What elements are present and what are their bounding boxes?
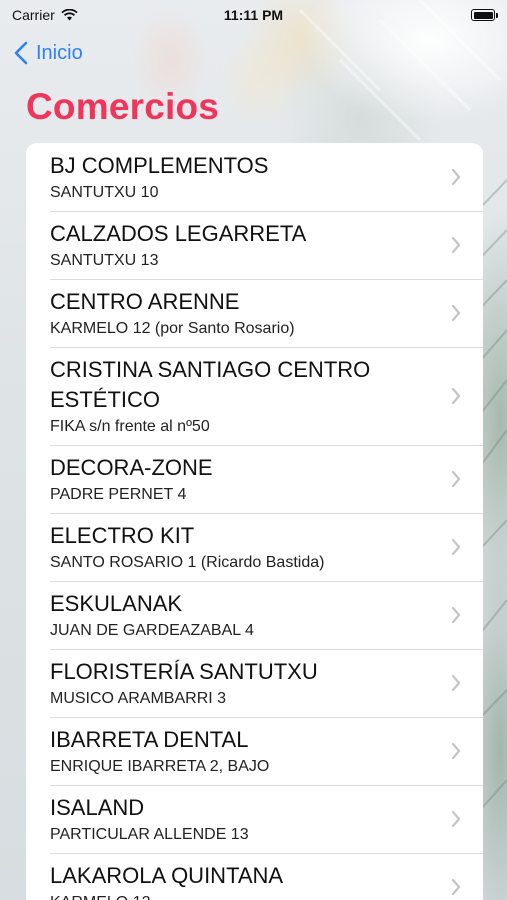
shop-name: ELECTRO KIT xyxy=(50,523,195,548)
chevron-right-icon xyxy=(451,387,461,405)
chevron-right-icon xyxy=(451,470,461,488)
list-item[interactable]: DECORA-ZONE PADRE PERNET 4 xyxy=(26,445,483,513)
list-item-text: BJ COMPLEMENTOS SANTUTXU 10 xyxy=(50,151,268,203)
status-bar: Carrier 11:11 PM xyxy=(0,0,507,30)
chevron-right-icon xyxy=(451,236,461,254)
shop-address: PARTICULAR ALLENDE 13 xyxy=(50,826,249,843)
list-item[interactable]: LAKAROLA QUINTANA KARMELO 12 xyxy=(26,853,483,900)
list-item-text: ELECTRO KIT SANTO ROSARIO 1 (Ricardo Bast… xyxy=(50,521,324,573)
list-item-text: CENTRO ARENNE KARMELO 12 (por Santo Rosar… xyxy=(50,287,295,339)
list-item-text: IBARRETA DENTAL ENRIQUE IBARRETA 2, BAJO xyxy=(50,725,269,777)
battery-icon xyxy=(471,9,498,21)
list-item-text: CALZADOS LEGARRETA SANTUTXU 13 xyxy=(50,219,306,271)
list-item[interactable]: CALZADOS LEGARRETA SANTUTXU 13 xyxy=(26,211,483,279)
shop-name: ISALAND xyxy=(50,795,145,820)
shop-address: PADRE PERNET 4 xyxy=(50,486,187,503)
list-item-text: CRISTINA SANTIAGO CENTRO ESTÉTICO FIKA s/… xyxy=(50,355,443,437)
list-item[interactable]: BJ COMPLEMENTOS SANTUTXU 10 xyxy=(26,143,483,211)
chevron-right-icon xyxy=(451,304,461,322)
back-button-label: Inicio xyxy=(36,41,83,64)
list-item[interactable]: CRISTINA SANTIAGO CENTRO ESTÉTICO FIKA s/… xyxy=(26,347,483,445)
shop-name: CRISTINA SANTIAGO CENTRO ESTÉTICO xyxy=(50,357,371,412)
shop-address: JUAN DE GARDEAZABAL 4 xyxy=(50,622,254,639)
shop-name: CENTRO ARENNE xyxy=(50,289,240,314)
chevron-right-icon xyxy=(451,538,461,556)
shop-name: CALZADOS LEGARRETA xyxy=(50,221,307,246)
list-item[interactable]: ESKULANAK JUAN DE GARDEAZABAL 4 xyxy=(26,581,483,649)
shop-address: SANTO ROSARIO 1 (Ricardo Bastida) xyxy=(50,554,325,571)
chevron-right-icon xyxy=(451,674,461,692)
shop-name: DECORA-ZONE xyxy=(50,455,213,480)
shop-name: IBARRETA DENTAL xyxy=(50,727,249,752)
shop-address: KARMELO 12 (por Santo Rosario) xyxy=(50,320,295,337)
chevron-right-icon xyxy=(451,168,461,186)
shop-name: LAKAROLA QUINTANA xyxy=(50,863,284,888)
page-title: Comercios xyxy=(26,86,220,127)
shops-list: BJ COMPLEMENTOS SANTUTXU 10 CALZADOS LEGAR… xyxy=(26,143,483,900)
shop-name: BJ COMPLEMENTOS xyxy=(50,153,269,178)
list-item-text: DECORA-ZONE PADRE PERNET 4 xyxy=(50,453,213,505)
list-item-text: LAKAROLA QUINTANA KARMELO 12 xyxy=(50,861,283,900)
list-item[interactable]: ISALAND PARTICULAR ALLENDE 13 xyxy=(26,785,483,853)
shop-address: SANTUTXU 10 xyxy=(50,184,159,201)
shop-name: ESKULANAK xyxy=(50,591,183,616)
shop-name: FLORISTERÍA SANTUTXU xyxy=(50,659,318,684)
shop-address: KARMELO 12 xyxy=(50,892,283,900)
list-item[interactable]: ELECTRO KIT SANTO ROSARIO 1 (Ricardo Bast… xyxy=(26,513,483,581)
shop-address: SANTUTXU 13 xyxy=(50,252,159,269)
shop-address: FIKA s/n frente al nº50 xyxy=(50,418,210,435)
chevron-right-icon xyxy=(451,810,461,828)
shop-address: MUSICO ARAMBARRI 3 xyxy=(50,690,227,707)
wifi-icon xyxy=(61,9,78,21)
chevron-right-icon xyxy=(451,606,461,624)
list-item-text: ESKULANAK JUAN DE GARDEAZABAL 4 xyxy=(50,589,254,641)
chevron-right-icon xyxy=(451,878,461,896)
list-item[interactable]: IBARRETA DENTAL ENRIQUE IBARRETA 2, BAJO xyxy=(26,717,483,785)
back-button[interactable]: Inicio xyxy=(14,36,83,70)
list-item-text: FLORISTERÍA SANTUTXU MUSICO ARAMBARRI 3 xyxy=(50,657,318,709)
list-item[interactable]: FLORISTERÍA SANTUTXU MUSICO ARAMBARRI 3 xyxy=(26,649,483,717)
shop-address: ENRIQUE IBARRETA 2, BAJO xyxy=(50,758,270,775)
chevron-right-icon xyxy=(451,742,461,760)
list-item-text: ISALAND PARTICULAR ALLENDE 13 xyxy=(50,793,249,845)
list-item[interactable]: CENTRO ARENNE KARMELO 12 (por Santo Rosar… xyxy=(26,279,483,347)
carrier-label: Carrier xyxy=(12,7,55,23)
chevron-left-icon xyxy=(14,41,28,65)
